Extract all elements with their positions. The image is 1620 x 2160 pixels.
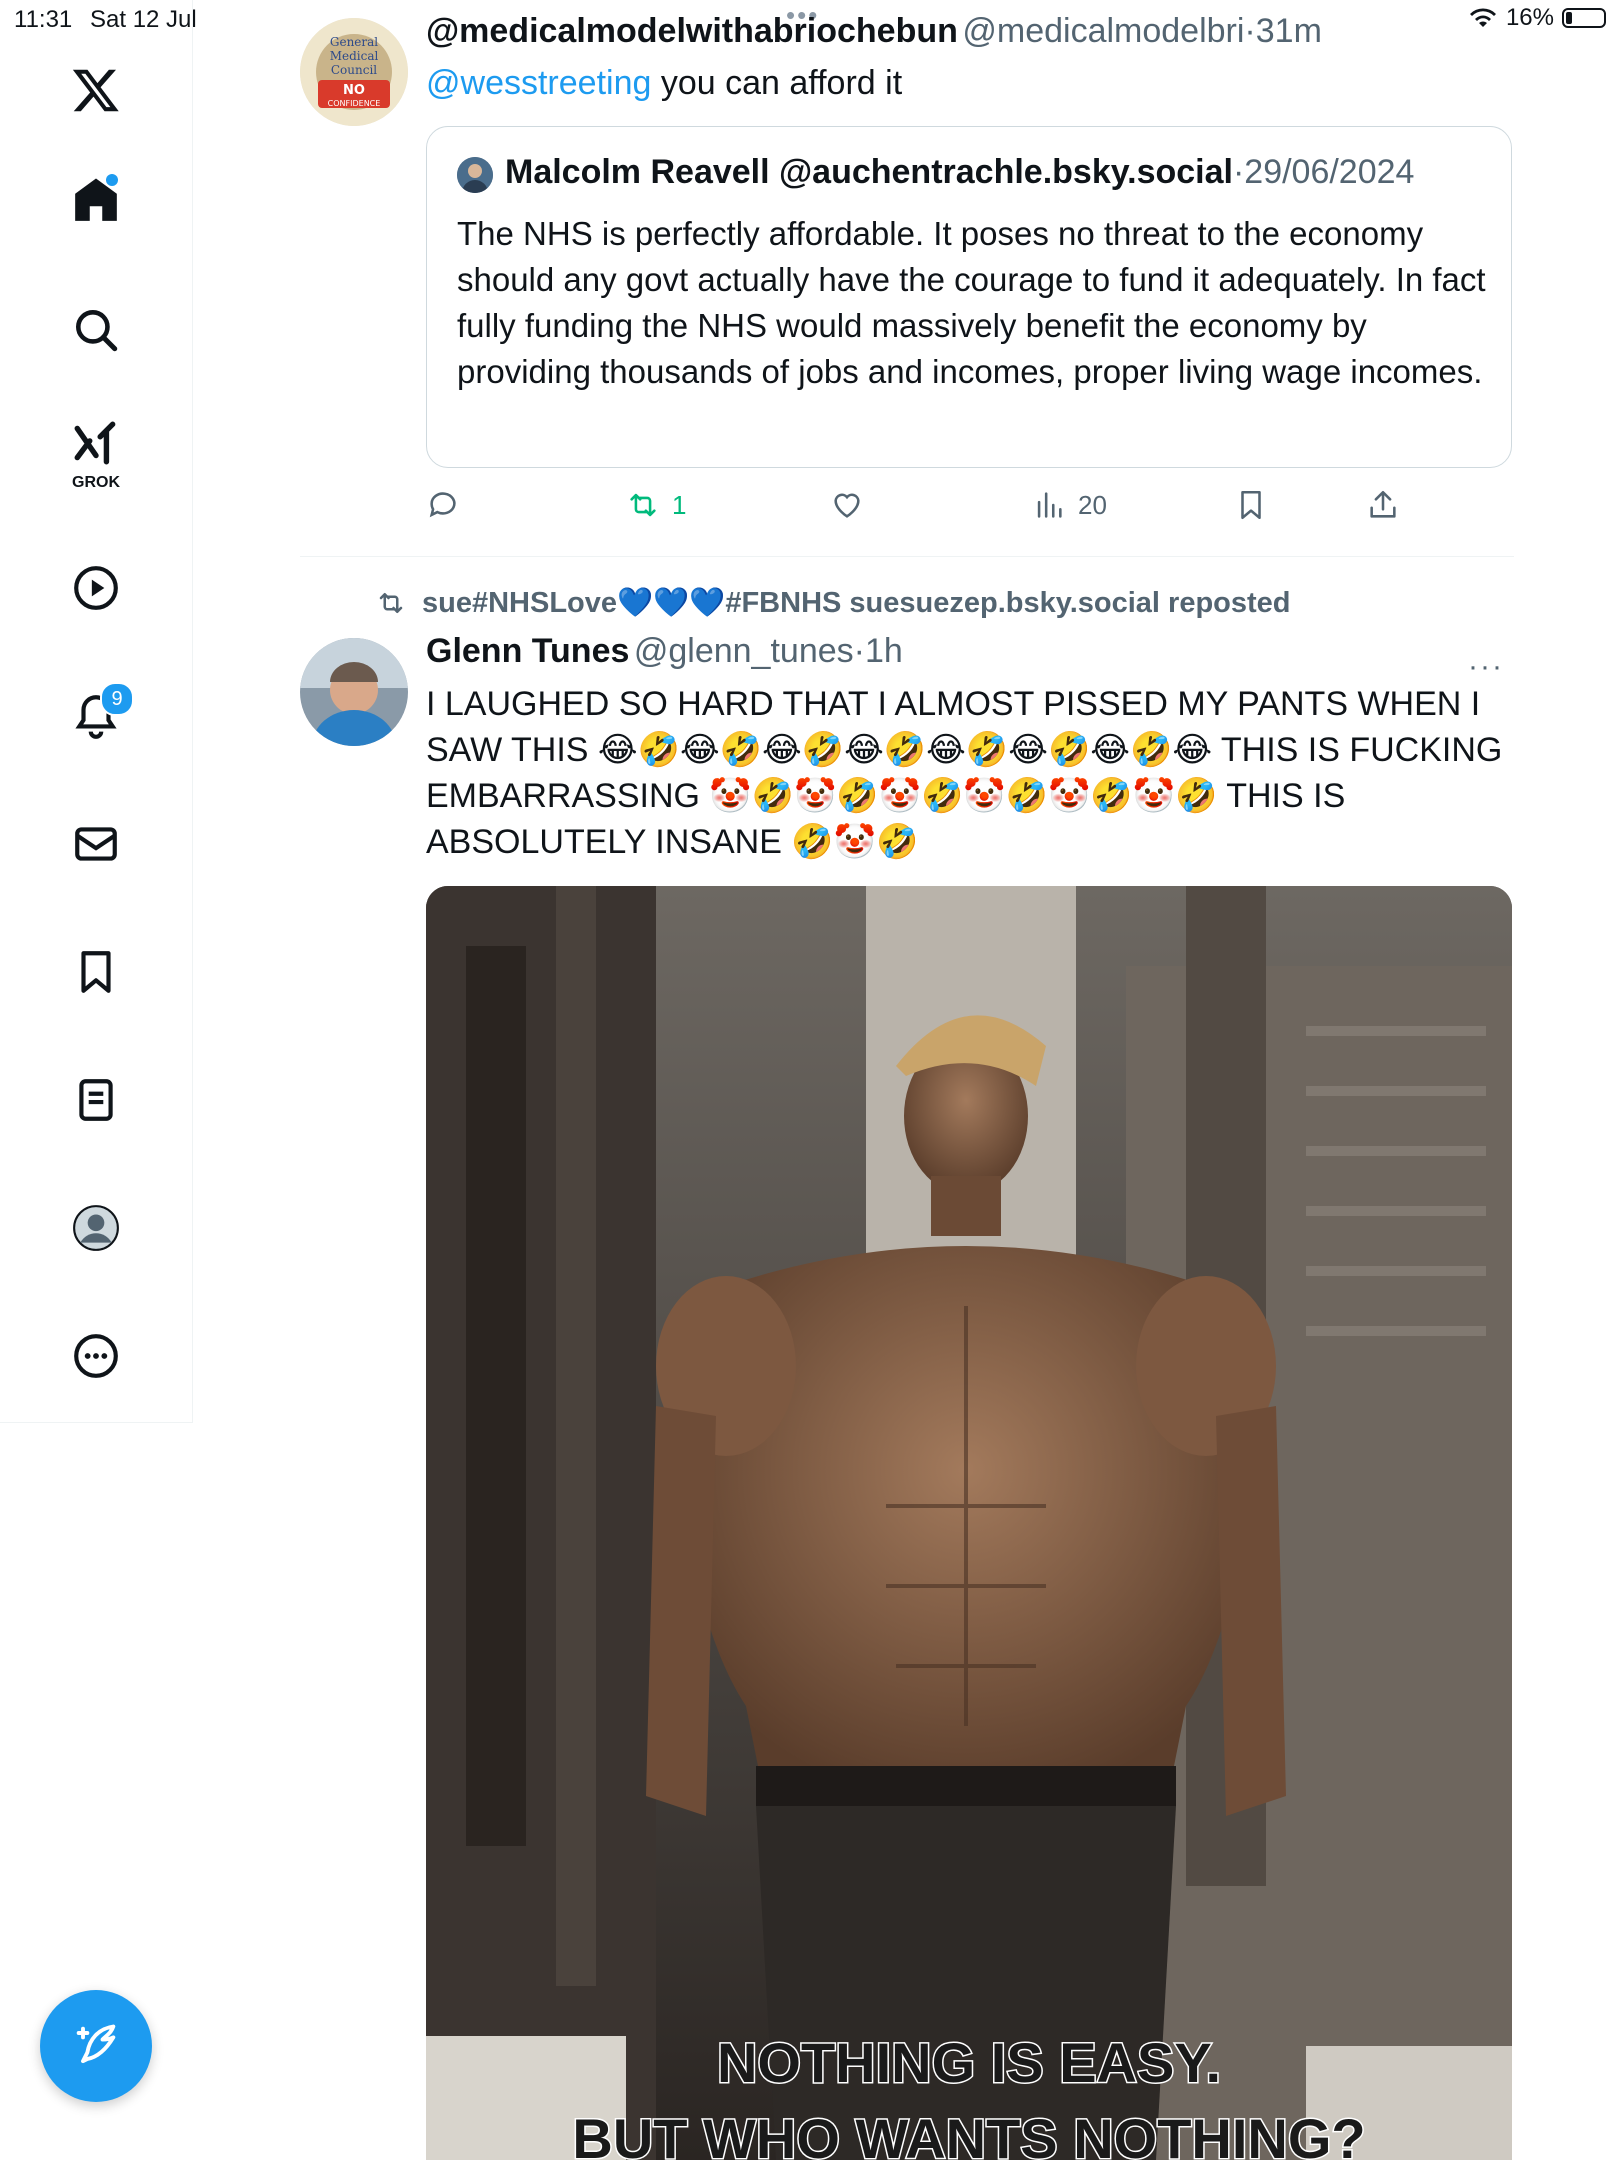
reply-button[interactable] — [426, 488, 460, 522]
nav-lists[interactable] — [48, 1052, 144, 1148]
mail-icon — [75, 827, 117, 861]
author-handle[interactable]: @medicalmodelbri — [962, 12, 1244, 50]
tweet-header: @medicalmodelwithabriochebun @medicalmod… — [426, 12, 1322, 51]
nav-messages[interactable] — [48, 796, 144, 892]
share-button[interactable] — [1366, 488, 1400, 522]
quote-author-name: Malcolm Reavell — [505, 153, 770, 191]
tweet-divider — [300, 556, 1514, 557]
sidebar-nav: GROK 9 — [0, 0, 193, 1423]
avatar[interactable] — [300, 638, 408, 746]
quote-author-handle: @auchentrachle.bsky.social — [779, 153, 1233, 191]
nav-profile[interactable] — [48, 1180, 144, 1276]
nav-bookmarks[interactable] — [48, 924, 144, 1020]
author-name[interactable]: @medicalmodelwithabriochebun — [426, 12, 958, 50]
avatar-text-4: NO — [343, 83, 365, 98]
nav-search[interactable] — [48, 282, 144, 378]
separator: · — [1244, 12, 1256, 50]
reply-icon — [429, 492, 456, 518]
search-icon — [76, 310, 118, 352]
image-caption-2: BUT WHO WANTS NOTHING? — [572, 2107, 1365, 2160]
nav-more[interactable] — [48, 1308, 144, 1404]
tweet-image[interactable]: NOTHING IS EASY. BUT WHO WANTS NOTHING? — [426, 886, 1512, 2160]
avatar-text-5: CONFIDENCE — [328, 99, 381, 108]
avatar[interactable]: General Medical Council NO CONFIDENCE — [300, 18, 408, 126]
avatar-text-2: Medical — [330, 49, 379, 63]
x-logo-icon[interactable] — [48, 42, 144, 138]
tweet-text: @wesstreeting you can afford it — [426, 60, 902, 106]
nav-home[interactable] — [48, 152, 144, 248]
author-name[interactable]: Glenn Tunes — [426, 632, 629, 670]
separator: · — [853, 632, 865, 670]
bookmark-button[interactable] — [1234, 488, 1268, 522]
nav-video[interactable] — [48, 540, 144, 636]
timestamp[interactable]: 1h — [865, 632, 903, 670]
repost-button[interactable]: 1 — [626, 488, 686, 522]
share-icon — [1370, 490, 1396, 518]
battery-icon — [1562, 8, 1606, 28]
repost-icon — [379, 593, 403, 613]
like-button[interactable] — [830, 488, 864, 522]
like-icon — [834, 493, 860, 518]
repost-context-text: sue#NHSLove💙💙💙#FBNHS suesuezep.bsky.soci… — [422, 587, 1291, 619]
notifications-badge: 9 — [100, 682, 134, 716]
bookmark-icon — [81, 951, 111, 993]
views-icon — [1037, 492, 1062, 518]
more-options-icon[interactable]: ··· — [1468, 650, 1504, 684]
list-icon — [79, 1079, 113, 1121]
tweet-text: I LAUGHED SO HARD THAT I ALMOST PISSED M… — [426, 685, 1503, 861]
more-icon — [74, 1334, 118, 1378]
quoted-tweet[interactable]: Malcolm Reavell @auchentrachle.bsky.soci… — [426, 126, 1512, 468]
profile-icon — [73, 1205, 119, 1251]
image-caption-1: NOTHING IS EASY. — [717, 2031, 1221, 2094]
grok-label: GROK — [72, 474, 120, 491]
timeline: General Medical Council NO CONFIDENCE @m… — [300, 0, 1514, 2160]
quote-avatar — [457, 157, 493, 193]
tweet-text-body: you can afford it — [660, 64, 903, 102]
avatar-text-1: General — [330, 35, 378, 49]
nav-grok[interactable]: GROK — [48, 404, 144, 500]
repost-count: 1 — [672, 489, 687, 520]
video-icon — [74, 566, 118, 610]
nav-notifications[interactable]: 9 — [48, 668, 144, 764]
quote-separator: · — [1232, 153, 1245, 191]
grok-icon — [74, 421, 116, 465]
repost-icon — [630, 493, 656, 517]
repost-context[interactable]: sue#NHSLove💙💙💙#FBNHS suesuezep.bsky.soci… — [376, 586, 1291, 620]
views-button[interactable]: 20 — [1032, 488, 1107, 522]
quote-text: The NHS is perfectly affordable. It pose… — [457, 215, 1486, 390]
author-handle[interactable]: @glenn_tunes — [634, 632, 854, 670]
compose-icon — [76, 2024, 116, 2064]
views-count: 20 — [1078, 489, 1107, 520]
mention-link[interactable]: @wesstreeting — [426, 64, 651, 102]
quote-date: 29/06/2024 — [1244, 153, 1415, 191]
tweet-header: Glenn Tunes @glenn_tunes·1h — [426, 632, 903, 671]
bookmark-icon — [1241, 490, 1261, 520]
tweet-actions: 1 20 — [426, 488, 1512, 528]
timestamp[interactable]: 31m — [1256, 12, 1322, 50]
home-unread-dot — [106, 174, 118, 186]
compose-button[interactable] — [40, 1990, 152, 2102]
avatar-text-3: Council — [331, 63, 377, 77]
quote-header: Malcolm Reavell @auchentrachle.bsky.soci… — [505, 153, 1414, 192]
